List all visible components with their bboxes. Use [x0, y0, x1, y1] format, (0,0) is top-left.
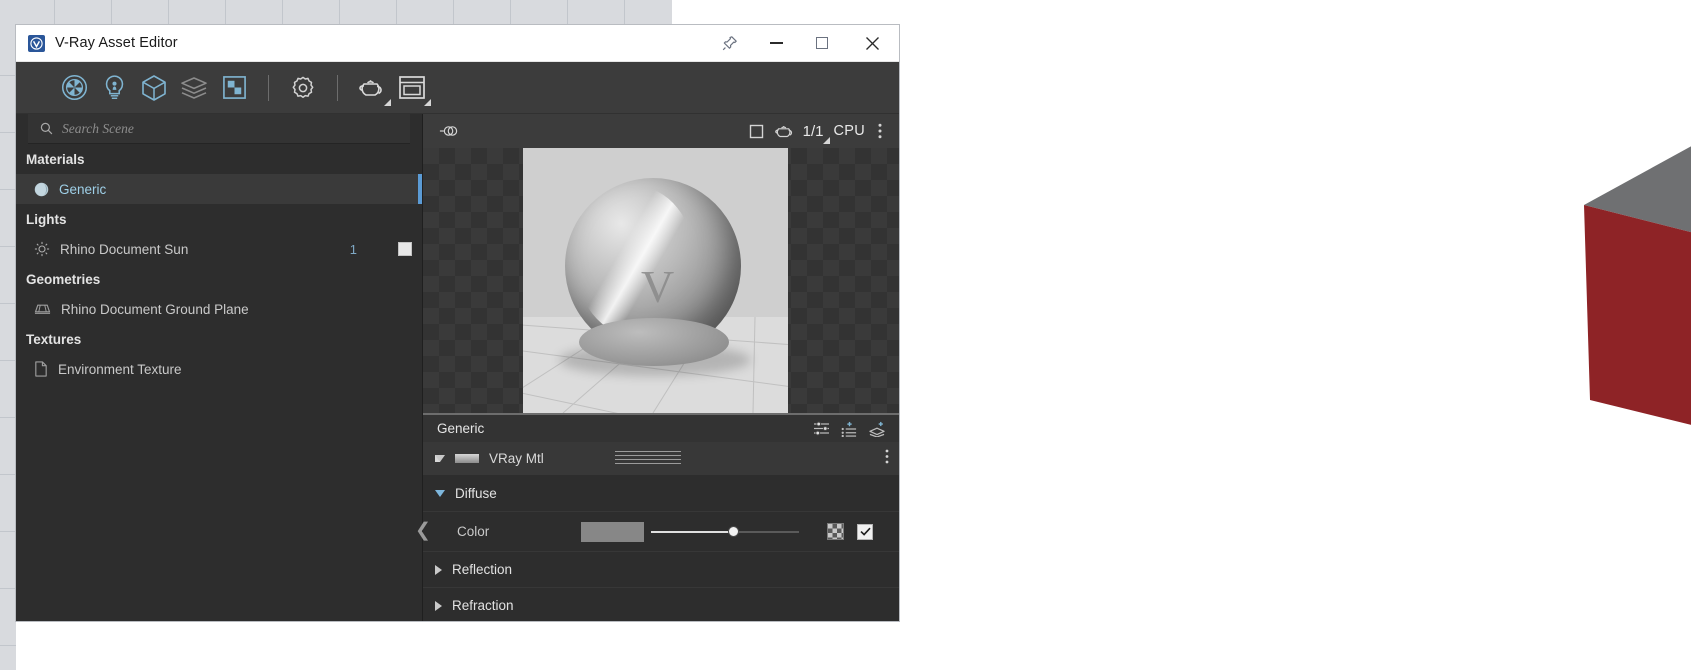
param-label: Diffuse [455, 486, 497, 501]
maximize-icon[interactable] [799, 25, 845, 62]
asset-count: 1 [349, 241, 357, 257]
toolbar-separator-1 [268, 74, 269, 101]
window-titlebar[interactable]: V-Ray Asset Editor [16, 25, 899, 62]
render-window-icon[interactable] [392, 68, 432, 108]
diffuse-intensity-slider[interactable] [651, 522, 799, 542]
minimize-icon[interactable] [753, 25, 799, 62]
box-front-face [1584, 205, 1691, 425]
teapot-render-icon[interactable] [352, 68, 392, 108]
vray-asset-editor-window[interactable]: V-Ray Asset Editor Search Scene Material… [16, 25, 899, 621]
chevron-right-icon[interactable] [435, 600, 442, 611]
apply-to-layer-icon[interactable] [863, 416, 891, 442]
window-title: V-Ray Asset Editor [55, 35, 178, 51]
asset-label: Rhino Document Sun [60, 241, 189, 257]
param-section-refraction[interactable]: Refraction [423, 588, 899, 621]
search-placeholder: Search Scene [62, 120, 134, 136]
preview-ratio-label[interactable]: 1/1 [799, 122, 831, 144]
param-section-diffuse[interactable]: Diffuse [423, 476, 899, 512]
render-engine-label[interactable]: CPU [833, 123, 865, 139]
category-header-materials[interactable]: Materials [16, 144, 422, 174]
param-label: Refraction [452, 598, 514, 613]
square-preview-icon[interactable] [743, 117, 771, 145]
add-to-list-icon[interactable] [835, 416, 863, 442]
pin-icon[interactable] [707, 25, 753, 62]
preview-sphere-highlight [575, 186, 695, 336]
rhino-grid-left [0, 24, 16, 670]
param-label: Color [457, 524, 490, 539]
material-sphere-icon [34, 182, 49, 196]
chevron-right-icon[interactable] [435, 564, 442, 575]
vray-v-watermark: V [641, 261, 675, 312]
close-icon[interactable] [845, 25, 899, 62]
search-input[interactable]: Search Scene [28, 114, 410, 144]
preview-sphere-base [579, 318, 729, 366]
texture-slot-icon[interactable] [827, 523, 844, 540]
preview-toolbar[interactable]: 1/1 CPU [423, 114, 899, 148]
param-row-diffuse-color[interactable]: Color [423, 512, 899, 552]
rhino-grid-top [0, 0, 672, 24]
render-window-dropdown-corner-icon[interactable] [424, 98, 431, 106]
category-header-textures[interactable]: Textures [16, 324, 422, 354]
param-row-vray-mtl[interactable]: VRay Mtl [423, 442, 899, 476]
render-elements-icon[interactable] [174, 68, 214, 108]
preview-ratio-value: 1/1 [802, 122, 824, 140]
teapot-preview-icon[interactable] [771, 117, 799, 145]
material-name: Generic [437, 421, 485, 436]
asset-row-rhino-document-ground-plane[interactable]: Rhino Document Ground Plane [16, 294, 422, 324]
kebab-menu-icon[interactable] [885, 449, 889, 469]
diffuse-color-swatch[interactable] [581, 521, 644, 542]
material-preview-area[interactable]: V [423, 148, 899, 413]
material-header-bar[interactable]: Generic [423, 413, 899, 442]
asset-label: Environment Texture [58, 361, 182, 377]
param-label: VRay Mtl [489, 451, 544, 466]
kebab-menu-icon[interactable] [869, 117, 891, 145]
material-parameters[interactable]: VRay Mtl Diffuse Color Reflection Refrac… [423, 442, 899, 621]
material-drag-lines-icon [615, 450, 681, 467]
diffuse-enable-checkbox[interactable] [857, 523, 873, 540]
material-type-swatch [455, 454, 479, 463]
asset-row-generic[interactable]: Generic [16, 174, 422, 204]
slider-knob[interactable] [728, 525, 739, 537]
materials-icon[interactable] [54, 68, 94, 108]
chevron-left-icon[interactable]: ❮ [415, 514, 431, 548]
asset-label: Rhino Document Ground Plane [61, 301, 249, 317]
asset-enable-checkbox[interactable] [398, 242, 412, 256]
param-section-reflection[interactable]: Reflection [423, 552, 899, 588]
textures-icon[interactable] [214, 68, 254, 108]
lights-icon[interactable] [94, 68, 134, 108]
ratio-dropdown-corner-icon[interactable] [823, 136, 831, 144]
settings-gear-icon[interactable] [283, 68, 323, 108]
ground-plane-icon [34, 304, 51, 314]
main-toolbar[interactable] [16, 62, 899, 114]
geometries-icon[interactable] [134, 68, 174, 108]
sun-icon [34, 241, 50, 257]
category-header-lights[interactable]: Lights [16, 204, 422, 234]
chevron-down-icon[interactable] [435, 490, 445, 497]
selection-marker [418, 174, 422, 204]
material-settings-sliders-icon[interactable] [807, 416, 835, 442]
toolbar-separator-2 [337, 74, 338, 101]
param-label: Reflection [452, 562, 513, 577]
asset-list-panel[interactable]: Search Scene Materials Generic Lights Rh… [16, 114, 423, 621]
preview-toggle-icon[interactable] [435, 117, 463, 145]
search-icon [40, 122, 53, 135]
editor-body: Search Scene Materials Generic Lights Rh… [16, 114, 899, 621]
teapot-dropdown-corner-icon[interactable] [384, 98, 391, 106]
vray-logo-icon [28, 34, 45, 52]
asset-row-environment-texture[interactable]: Environment Texture [16, 354, 422, 384]
asset-label: Generic [59, 181, 107, 197]
file-icon [35, 361, 47, 377]
asset-row-rhino-document-sun[interactable]: Rhino Document Sun 1 [16, 234, 422, 264]
box-3d-model[interactable] [1572, 55, 1691, 525]
material-preview-render[interactable]: V [523, 148, 788, 413]
category-header-geometries[interactable]: Geometries [16, 264, 422, 294]
slider-fill [651, 530, 733, 533]
chevron-down-icon[interactable] [435, 455, 445, 462]
material-editor-pane: ❮ 1/1 CPU V Generic VRay Mtl Diffuse Col… [415, 114, 899, 621]
